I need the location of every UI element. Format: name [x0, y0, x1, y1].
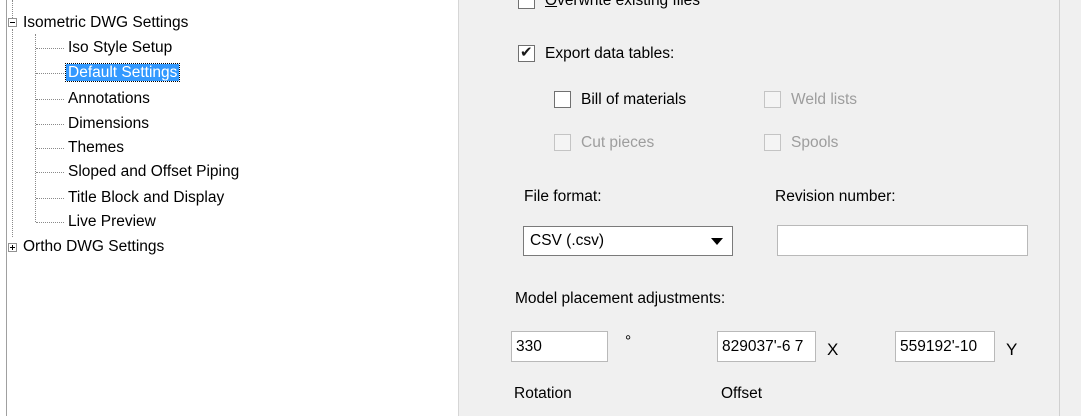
revision-number-input[interactable] — [777, 225, 1028, 256]
overwrite-checkbox[interactable] — [518, 0, 535, 9]
minus-icon[interactable] — [8, 18, 17, 27]
export-tables-checkbox[interactable]: ✔ — [518, 44, 535, 62]
revision-number-label: Revision number: — [775, 188, 896, 205]
spools-checkbox[interactable] — [764, 134, 781, 151]
export-tables-label: Export data tables: — [545, 45, 675, 62]
overwrite-label: Overwrite existing files — [545, 0, 701, 9]
tree-node-title-block-and-display[interactable]: Title Block and Display — [66, 187, 226, 209]
file-format-value: CSV (.csv) — [530, 232, 605, 249]
tree-node-label: Sloped and Offset Piping — [68, 163, 240, 180]
tree-node-label: Isometric DWG Settings — [23, 14, 189, 31]
plus-icon[interactable] — [8, 243, 17, 252]
tree-connector — [36, 73, 64, 74]
offset-x-input[interactable]: 829037'-6 7 — [717, 331, 816, 362]
tree-node-sloped-and-offset-piping[interactable]: Sloped and Offset Piping — [66, 161, 241, 183]
tree-connector — [35, 34, 36, 222]
tree-connector — [36, 222, 64, 223]
tree-node-label: Title Block and Display — [68, 189, 225, 206]
tree-node-label: Default Settings — [64, 63, 181, 82]
tree-node-label: Annotations — [68, 90, 150, 107]
file-format-label: File format: — [524, 188, 602, 205]
cut-pieces-checkbox[interactable] — [554, 134, 571, 151]
offset-x-label: X — [827, 340, 839, 359]
tree-border — [6, 0, 7, 416]
tree-node-default-settings[interactable]: Default Settings — [64, 62, 181, 84]
tree-node-dimensions[interactable]: Dimensions — [66, 113, 151, 135]
offset-y-label: Y — [1006, 340, 1018, 359]
file-format-select[interactable]: CSV (.csv) — [523, 226, 733, 256]
tree-connector — [36, 99, 64, 100]
tree-connector — [36, 148, 64, 149]
tree-connector — [36, 124, 64, 125]
degree-symbol: ° — [625, 333, 632, 350]
bill-of-materials-checkbox[interactable] — [554, 91, 571, 108]
bill-of-materials-label: Bill of materials — [581, 91, 687, 108]
model-placement-label: Model placement adjustments: — [515, 290, 726, 307]
weld-lists-checkbox[interactable] — [764, 91, 781, 108]
chevron-down-icon[interactable] — [711, 238, 723, 245]
tree-node-ortho-dwg-settings[interactable]: Ortho DWG Settings — [8, 236, 166, 258]
offset-y-input[interactable]: 559192'-10 — [895, 331, 995, 362]
settings-tree: Isometric DWG Settings Iso Style Setup D… — [0, 0, 458, 416]
tree-connector — [36, 48, 64, 49]
rotation-label: Rotation — [514, 385, 572, 402]
offset-label: Offset — [721, 385, 763, 402]
tree-node-iso-style-setup[interactable]: Iso Style Setup — [66, 37, 174, 59]
tree-node-live-preview[interactable]: Live Preview — [66, 211, 158, 233]
tree-connector — [36, 172, 64, 173]
tree-node-label: Dimensions — [68, 115, 149, 132]
tree-connector — [12, 29, 13, 237]
weld-lists-label: Weld lists — [791, 91, 858, 108]
panel-border — [1059, 0, 1060, 416]
tree-node-label: Iso Style Setup — [68, 39, 173, 56]
spools-label: Spools — [791, 134, 839, 151]
tree-node-annotations[interactable]: Annotations — [66, 88, 152, 110]
tree-node-label: Themes — [68, 139, 124, 156]
tree-node-label: Live Preview — [68, 213, 156, 230]
tree-node-label: Ortho DWG Settings — [23, 238, 165, 255]
tree-node-isometric-dwg-settings[interactable]: Isometric DWG Settings — [8, 12, 190, 34]
cut-pieces-label: Cut pieces — [581, 134, 655, 151]
check-icon: ✔ — [520, 44, 533, 61]
tree-connector — [36, 198, 64, 199]
tree-node-themes[interactable]: Themes — [66, 137, 126, 159]
rotation-input[interactable]: 330 — [511, 331, 608, 362]
